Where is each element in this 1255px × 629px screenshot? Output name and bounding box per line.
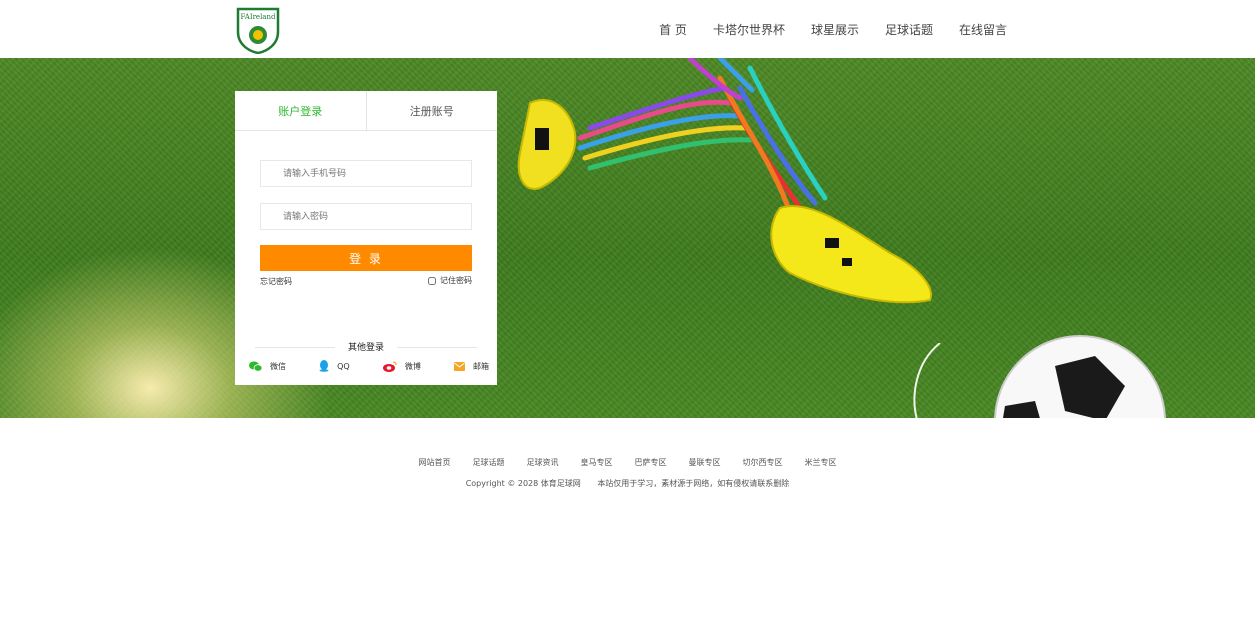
social-email-label: 邮箱 bbox=[472, 361, 489, 371]
password-input[interactable] bbox=[260, 203, 472, 230]
tab-account-login[interactable]: 账户登录 bbox=[235, 91, 367, 130]
copyright-text: Copyright © 2028 体育足球网 bbox=[465, 479, 581, 488]
social-weibo[interactable]: 微博 bbox=[382, 360, 421, 372]
logo-crest-icon[interactable]: FAIreland bbox=[235, 6, 281, 54]
social-weibo-label: 微博 bbox=[404, 361, 421, 371]
phone-input[interactable] bbox=[260, 160, 472, 187]
social-email[interactable]: 邮箱 bbox=[453, 360, 489, 372]
login-tabs: 账户登录 注册账号 bbox=[235, 91, 497, 131]
wechat-icon bbox=[249, 361, 262, 372]
qq-icon bbox=[319, 360, 329, 372]
copyright: Copyright © 2028 体育足球网 本站仅用于学习，素材源于网络，如有… bbox=[0, 478, 1255, 489]
footer-link-chelsea[interactable]: 切尔西专区 bbox=[743, 457, 783, 468]
remember-label: 记住密码 bbox=[440, 276, 472, 285]
footer-link-barcelona[interactable]: 巴萨专区 bbox=[635, 457, 667, 468]
weibo-icon bbox=[382, 360, 397, 372]
social-login-list: 微信 QQ 微博 邮箱 bbox=[249, 360, 489, 372]
nav-topics[interactable]: 足球话题 bbox=[885, 21, 933, 38]
footer-link-milan[interactable]: 米兰专区 bbox=[805, 457, 837, 468]
login-button[interactable]: 登 录 bbox=[260, 245, 472, 271]
forgot-password-link[interactable]: 忘记密码 bbox=[260, 276, 292, 287]
tab-register[interactable]: 注册账号 bbox=[367, 91, 498, 130]
nav-worldcup[interactable]: 卡塔尔世界杯 bbox=[713, 21, 785, 38]
social-qq[interactable]: QQ bbox=[319, 360, 350, 372]
main-nav: 首 页 卡塔尔世界杯 球星展示 足球话题 在线留言 bbox=[633, 0, 1007, 58]
login-panel: 账户登录 注册账号 登 录 忘记密码 记住密码 其他登录 微信 QQ bbox=[235, 91, 497, 385]
footer-link-home[interactable]: 网站首页 bbox=[419, 457, 451, 468]
email-icon bbox=[453, 361, 465, 371]
copyright-notice: 本站仅用于学习，素材源于网络，如有侵权请联系删除 bbox=[597, 479, 790, 488]
footer-link-news[interactable]: 足球资讯 bbox=[527, 457, 559, 468]
divider-right bbox=[397, 347, 477, 348]
footer-link-manutd[interactable]: 曼联专区 bbox=[689, 457, 721, 468]
remember-password[interactable]: 记住密码 bbox=[428, 275, 472, 286]
social-qq-label: QQ bbox=[337, 361, 350, 371]
site-header: FAIreland 首 页 卡塔尔世界杯 球星展示 足球话题 在线留言 bbox=[0, 0, 1255, 58]
player-legs-illustration bbox=[517, 58, 932, 304]
social-wechat[interactable]: 微信 bbox=[249, 360, 286, 372]
nav-stars[interactable]: 球星展示 bbox=[811, 21, 859, 38]
remember-checkbox[interactable] bbox=[428, 276, 436, 285]
hero-banner bbox=[0, 58, 1255, 418]
social-wechat-label: 微信 bbox=[270, 361, 286, 371]
logo-text: FAIreland bbox=[241, 13, 276, 21]
footer-link-topics[interactable]: 足球话题 bbox=[473, 457, 505, 468]
field-line-decoration bbox=[913, 343, 941, 418]
nav-home[interactable]: 首 页 bbox=[659, 21, 687, 38]
soccer-ball-image bbox=[994, 335, 1166, 418]
footer-nav: 网站首页 足球话题 足球资讯 皇马专区 巴萨专区 曼联专区 切尔西专区 米兰专区 bbox=[0, 457, 1255, 468]
footer-link-realmadrid[interactable]: 皇马专区 bbox=[581, 457, 613, 468]
nav-messages[interactable]: 在线留言 bbox=[959, 21, 1007, 38]
